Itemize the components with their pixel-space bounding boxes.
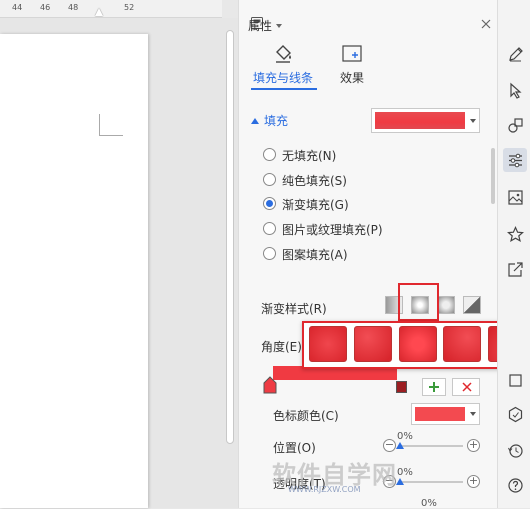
settings-sliders-icon[interactable] bbox=[503, 148, 527, 172]
gradient-style-rect[interactable] bbox=[437, 296, 455, 314]
position-slider[interactable] bbox=[399, 445, 463, 447]
chevron-down-icon bbox=[470, 118, 476, 123]
stop-color-swatch bbox=[415, 407, 465, 421]
watermark-url: WWW.RJZXW.COM bbox=[288, 485, 361, 494]
chevron-down-icon bbox=[470, 412, 476, 416]
radio-pattern-fill[interactable] bbox=[263, 247, 276, 260]
gradient-style-label: 渐变样式(R) bbox=[261, 302, 327, 316]
margin-corner-mark bbox=[99, 114, 123, 136]
document-page[interactable] bbox=[0, 34, 148, 508]
decrease-position-button[interactable]: − bbox=[383, 439, 396, 452]
increase-position-button[interactable]: + bbox=[467, 439, 480, 452]
tab-label: 填充与线条 bbox=[253, 71, 314, 85]
fill-section-title: 填充 bbox=[264, 114, 289, 128]
property-panel: 属性 填充与线条 效果 填充 无填充(N) 纯色填充(S) 渐变填充(G) 图片… bbox=[238, 0, 497, 509]
add-stop-icon bbox=[429, 382, 439, 392]
gradient-stop-left[interactable] bbox=[263, 376, 277, 394]
ruler-tick: 48 bbox=[68, 3, 79, 12]
indent-marker[interactable] bbox=[95, 8, 103, 16]
gradient-style-highlight bbox=[398, 283, 439, 321]
radio-solid-fill[interactable] bbox=[263, 173, 276, 186]
help-icon[interactable] bbox=[505, 475, 525, 495]
increase-transparency-button[interactable]: + bbox=[467, 475, 480, 488]
panel-scrollbar[interactable] bbox=[491, 148, 495, 204]
radio-no-fill[interactable] bbox=[263, 148, 276, 161]
pen-icon[interactable] bbox=[505, 44, 525, 64]
ruler-tick: 52 bbox=[124, 3, 135, 12]
gradient-preset-3[interactable] bbox=[399, 326, 437, 362]
radio-gradient-fill[interactable] bbox=[263, 197, 276, 210]
chevron-down-icon bbox=[276, 23, 283, 28]
gradient-style-path[interactable] bbox=[463, 296, 481, 314]
collapse-triangle-icon bbox=[251, 117, 259, 124]
block-icon[interactable] bbox=[505, 370, 525, 390]
panel-title-button[interactable]: 属性 bbox=[248, 17, 283, 34]
fill-color-swatch bbox=[375, 112, 465, 129]
option-label: 无填充(N) bbox=[282, 149, 337, 163]
position-slider-thumb[interactable] bbox=[396, 442, 404, 449]
image-edit-icon[interactable] bbox=[505, 187, 525, 207]
option-label: 图片或纹理填充(P) bbox=[282, 223, 383, 237]
paint-bucket-icon bbox=[276, 45, 291, 63]
horizontal-ruler: 44 46 48 52 bbox=[0, 0, 222, 18]
option-label: 图案填充(A) bbox=[282, 248, 348, 262]
tab-fill-and-line[interactable]: 填充与线条 bbox=[251, 40, 317, 92]
right-toolbar bbox=[497, 0, 530, 508]
stop-marker-icon bbox=[263, 376, 277, 394]
radio-picture-texture-fill[interactable] bbox=[263, 222, 276, 235]
stop-color-dropdown[interactable] bbox=[411, 403, 480, 425]
remove-stop-icon bbox=[462, 382, 472, 392]
fill-color-dropdown[interactable] bbox=[371, 108, 480, 133]
fill-section-header[interactable]: 填充 bbox=[251, 112, 288, 129]
watermark: 软件自学网 WWW.RJZXW.COM bbox=[268, 455, 438, 505]
active-tab-indicator bbox=[251, 88, 317, 90]
angle-label: 角度(E) bbox=[261, 340, 302, 354]
shapes-icon[interactable] bbox=[505, 115, 525, 135]
tab-label: 效果 bbox=[340, 71, 365, 85]
add-stop-button[interactable] bbox=[422, 378, 446, 396]
hexagon-icon[interactable] bbox=[505, 404, 525, 424]
gradient-preset-2[interactable] bbox=[354, 326, 392, 362]
ruler-tick: 46 bbox=[40, 3, 51, 12]
panel-title: 属性 bbox=[248, 19, 273, 33]
option-label: 纯色填充(S) bbox=[282, 174, 347, 188]
history-icon[interactable] bbox=[505, 440, 525, 460]
option-label: 渐变填充(G) bbox=[282, 198, 349, 212]
share-icon[interactable] bbox=[505, 259, 525, 279]
position-label: 位置(O) bbox=[273, 441, 316, 455]
position-value: 0% bbox=[397, 431, 413, 442]
cursor-icon[interactable] bbox=[505, 80, 525, 100]
gradient-preset-4[interactable] bbox=[443, 326, 481, 362]
close-icon[interactable] bbox=[481, 19, 491, 29]
ruler-tick: 44 bbox=[12, 3, 23, 12]
remove-stop-button[interactable] bbox=[452, 378, 480, 396]
stop-color-label: 色标颜色(C) bbox=[273, 409, 339, 423]
tab-effects[interactable]: 效果 bbox=[335, 40, 371, 92]
star-icon[interactable] bbox=[505, 224, 525, 244]
gradient-preset-1[interactable] bbox=[309, 326, 347, 362]
scrollbar-thumb[interactable] bbox=[226, 30, 234, 444]
effects-icon bbox=[342, 45, 362, 62]
gradient-stop-right[interactable] bbox=[396, 381, 407, 393]
